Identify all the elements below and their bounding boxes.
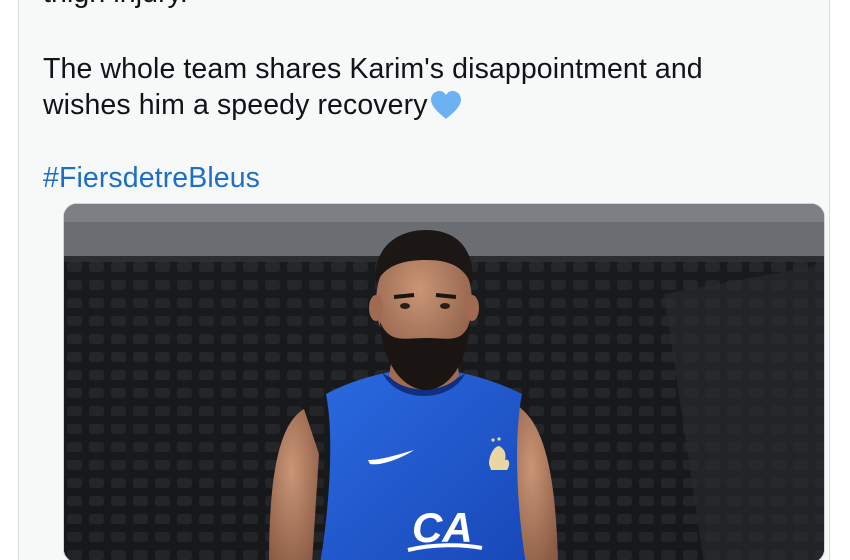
blue-heart-icon — [430, 91, 461, 119]
tweet-text-line: wishes him a speedy recovery — [43, 87, 703, 123]
tweet-text-line-partial: thigh injury. — [43, 0, 188, 11]
tweet-text-line: The whole team shares Karim's disappoint… — [43, 53, 703, 85]
tweet-text-fragment: wishes him a speedy recovery — [43, 89, 428, 121]
tweet-card[interactable]: thigh injury. The whole team shares Kari… — [18, 0, 830, 560]
hashtag-link[interactable]: #FiersdetreBleus — [43, 160, 260, 196]
player-photo: CA — [64, 204, 824, 560]
page: thigh injury. The whole team shares Kari… — [0, 0, 850, 560]
tweet-media-image[interactable]: CA — [63, 203, 825, 560]
tweet-paragraph: The whole team shares Karim's disappoint… — [43, 51, 703, 123]
